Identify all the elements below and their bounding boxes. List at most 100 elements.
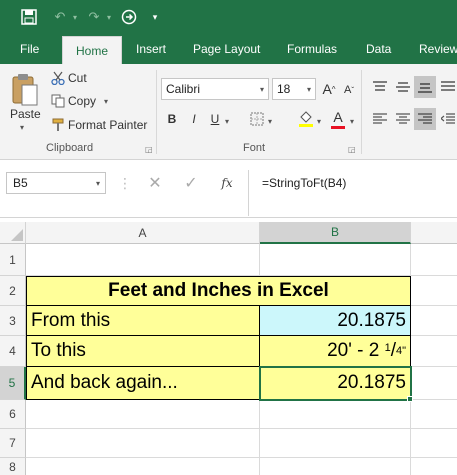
ribbon-tabs: File Home Insert Page Layout Formulas Da… <box>0 34 457 64</box>
align-bottom-icon[interactable] <box>414 76 436 98</box>
cell-c6[interactable] <box>411 400 457 429</box>
cell-a6[interactable] <box>26 400 260 429</box>
cell-c1[interactable] <box>411 244 457 276</box>
undo-dropdown-icon[interactable]: ▾ <box>70 7 80 27</box>
cell-a5[interactable]: And back again... <box>26 367 260 400</box>
ribbon-home: Paste ▾ Cut Copy ▾ Format Painter Clipbo… <box>0 64 457 160</box>
bold-button[interactable]: B <box>164 108 180 130</box>
font-color-button[interactable]: A <box>328 108 348 130</box>
tab-page-layout[interactable]: Page Layout <box>183 34 270 64</box>
paste-dropdown-icon[interactable]: ▾ <box>20 122 24 132</box>
row-header-7[interactable]: 7 <box>0 429 26 458</box>
align-center-icon[interactable] <box>393 108 413 130</box>
fill-color-icon[interactable] <box>296 108 316 130</box>
group-separator <box>361 70 362 154</box>
cell-a1[interactable] <box>26 244 260 276</box>
column-header-a[interactable]: A <box>26 222 260 244</box>
underline-button[interactable]: U <box>207 108 223 130</box>
column-header-c[interactable] <box>411 222 457 244</box>
orientation-icon[interactable] <box>438 76 457 98</box>
align-left-icon[interactable] <box>370 108 390 130</box>
paste-icon[interactable] <box>8 70 42 110</box>
row-header-6[interactable]: 6 <box>0 400 26 429</box>
paste-button[interactable]: Paste <box>10 106 41 122</box>
customize-toolbar-icon[interactable]: ▾ <box>148 7 162 27</box>
formula-separator <box>248 170 249 216</box>
borders-dropdown-icon[interactable]: ▾ <box>268 116 272 126</box>
font-name-box[interactable]: Calibri ▾ <box>161 78 269 100</box>
save-icon[interactable] <box>18 7 40 27</box>
cell-c3[interactable] <box>411 306 457 336</box>
copy-button[interactable]: Copy <box>68 93 96 109</box>
cell-b6[interactable] <box>260 400 411 429</box>
underline-dropdown-icon[interactable]: ▾ <box>225 116 229 126</box>
redo-icon[interactable]: ↷ <box>84 7 104 27</box>
tab-formulas[interactable]: Formulas <box>277 34 347 64</box>
copy-icon <box>50 93 66 109</box>
format-painter-icon <box>50 117 66 133</box>
font-launcher-icon[interactable]: ◲ <box>348 144 356 154</box>
title-cell[interactable]: Feet and Inches in Excel <box>26 276 411 306</box>
cell-c4[interactable] <box>411 336 457 367</box>
undo-icon[interactable]: ↶ <box>50 7 70 27</box>
fill-handle[interactable] <box>407 396 413 402</box>
cell-b3[interactable]: 20.1875 <box>260 306 411 336</box>
formula-input[interactable]: =StringToFt(B4) <box>262 176 346 190</box>
cell-a8[interactable] <box>26 458 260 475</box>
cell-c8[interactable] <box>411 458 457 475</box>
align-top-icon[interactable] <box>370 76 390 98</box>
cell-b4-numerator: 1 <box>384 342 391 354</box>
cell-b8[interactable] <box>260 458 411 475</box>
fill-color-dropdown-icon[interactable]: ▾ <box>317 116 321 126</box>
tab-file[interactable]: File <box>10 34 49 64</box>
row-header-1[interactable]: 1 <box>0 244 26 276</box>
worksheet-grid: A B 1 2 3 4 5 6 7 8 Feet and Inches in E… <box>0 222 457 475</box>
cell-b7[interactable] <box>260 429 411 458</box>
cell-b1[interactable] <box>260 244 411 276</box>
redo-dropdown-icon[interactable]: ▾ <box>104 7 114 27</box>
cell-b5[interactable]: 20.1875 <box>259 366 412 401</box>
cell-c5[interactable] <box>411 367 457 400</box>
borders-icon[interactable] <box>248 110 266 128</box>
align-right-icon[interactable] <box>414 108 436 130</box>
font-color-swatch <box>331 125 345 129</box>
formula-bar: B5 ▾ ⋮ ✕ ✓ fx =StringToFt(B4) <box>0 160 457 218</box>
quick-access-toolbar: ↶ ▾ ↷ ▾ ▾ <box>0 0 457 34</box>
decrease-font-size-button[interactable]: Aˇ <box>341 80 357 100</box>
format-painter-button[interactable]: Format Painter <box>68 117 147 133</box>
italic-button[interactable]: I <box>186 108 202 130</box>
enter-icon[interactable]: ✓ <box>180 172 202 194</box>
scissors-icon <box>50 70 66 86</box>
column-header-b[interactable]: B <box>260 222 411 244</box>
cancel-icon[interactable]: ✕ <box>144 172 166 194</box>
row-header-3[interactable]: 3 <box>0 306 26 336</box>
increase-font-size-button[interactable]: A ^ <box>320 78 338 100</box>
font-name-value: Calibri <box>166 82 201 96</box>
cell-a3[interactable]: From this <box>26 306 260 336</box>
decrease-indent-icon[interactable] <box>438 108 457 130</box>
row-header-5[interactable]: 5 <box>0 367 26 400</box>
cell-a4[interactable]: To this <box>26 336 260 367</box>
align-middle-icon[interactable] <box>393 76 413 98</box>
row-header-4[interactable]: 4 <box>0 336 26 367</box>
row-header-8[interactable]: 8 <box>0 458 26 475</box>
name-box[interactable]: B5 ▾ <box>6 172 106 194</box>
tab-review[interactable]: Review <box>409 34 457 64</box>
circle-arrow-icon[interactable] <box>118 7 140 27</box>
insert-function-button[interactable]: fx <box>216 172 238 194</box>
font-color-dropdown-icon[interactable]: ▾ <box>350 116 354 126</box>
tab-home[interactable]: Home <box>62 36 122 64</box>
row-header-2[interactable]: 2 <box>0 276 26 306</box>
copy-dropdown-icon[interactable]: ▾ <box>104 96 108 106</box>
clipboard-launcher-icon[interactable]: ◲ <box>145 144 153 154</box>
cell-c7[interactable] <box>411 429 457 458</box>
cell-c2[interactable] <box>411 276 457 306</box>
cell-b4[interactable]: 20' - 2 1/4" <box>260 336 411 367</box>
cut-button[interactable]: Cut <box>68 70 87 86</box>
tab-insert[interactable]: Insert <box>126 34 176 64</box>
tab-data[interactable]: Data <box>356 34 401 64</box>
select-all-corner[interactable] <box>0 222 26 244</box>
chevron-down-icon: ▾ <box>95 179 100 188</box>
cell-a7[interactable] <box>26 429 260 458</box>
font-size-box[interactable]: 18 ▾ <box>272 78 316 100</box>
